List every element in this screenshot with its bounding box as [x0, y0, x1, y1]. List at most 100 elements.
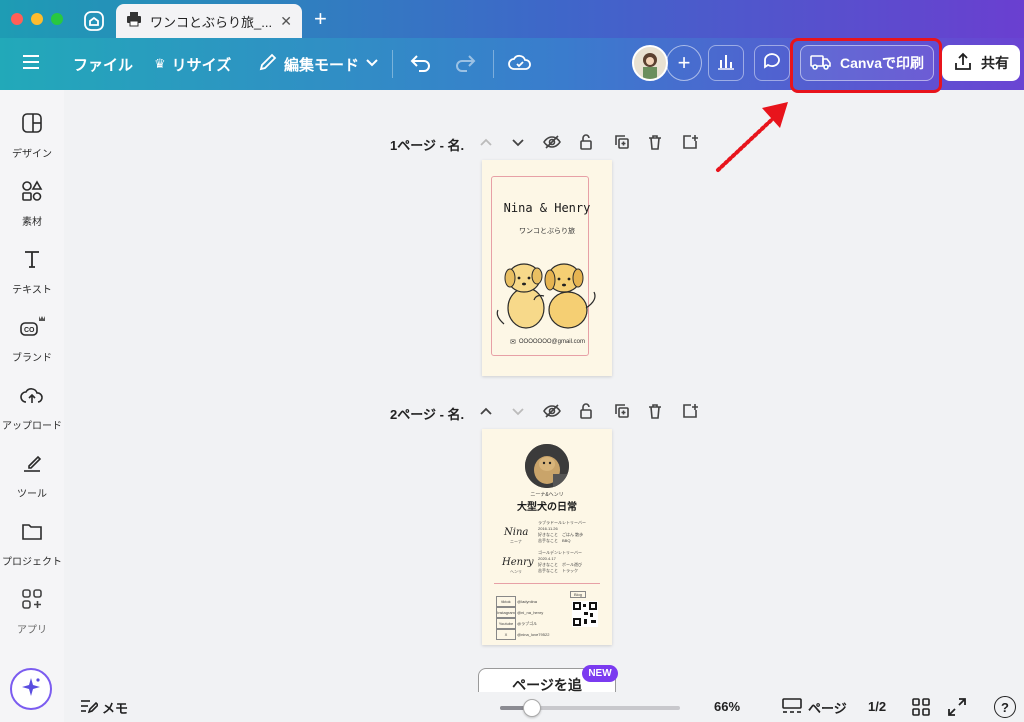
- hide-page-button[interactable]: [542, 402, 562, 424]
- new-tab-button[interactable]: +: [314, 8, 327, 30]
- duplicate-icon: [614, 134, 630, 155]
- text-t-icon: [21, 248, 43, 275]
- sidebar-item-text[interactable]: テキスト: [0, 248, 64, 296]
- nina-profile: ラブラドールレトリーバー 2016.11.26 好きなこと ごはん 散歩 苦手な…: [538, 520, 586, 544]
- social-row: Instagram @ni_na_henry: [496, 607, 549, 618]
- shapes-icon: [21, 180, 43, 207]
- zoom-window-button[interactable]: [51, 13, 63, 25]
- fullscreen-button[interactable]: [948, 698, 966, 721]
- page-title[interactable]: 1ページ - 名.: [390, 135, 464, 154]
- cloud-check-icon: [508, 52, 532, 76]
- add-collaborator-button[interactable]: +: [666, 45, 702, 81]
- printer-icon: [126, 11, 142, 32]
- document-tab[interactable]: ワンコとぶらり旅_... ✕: [116, 4, 302, 38]
- sidebar-item-projects[interactable]: プロジェクト: [0, 520, 64, 568]
- svg-text:CO: CO: [24, 327, 35, 334]
- undo-icon: [410, 52, 432, 76]
- file-menu-label: ファイル: [73, 56, 134, 74]
- social-row: tiktok @ladyniina: [496, 596, 549, 607]
- card-email: OOOOOOO@gmail.com: [518, 339, 585, 345]
- social-row: X @nina_love79522: [496, 629, 549, 640]
- plus-icon: +: [677, 50, 691, 75]
- new-badge: NEW: [582, 665, 618, 682]
- duplicate-page-button[interactable]: [612, 133, 632, 155]
- unlock-icon: [579, 133, 593, 155]
- sidebar-item-label: ツール: [17, 489, 47, 500]
- hamburger-icon: [22, 54, 40, 74]
- sidebar-item-design[interactable]: デザイン: [0, 112, 64, 160]
- grid-view-button[interactable]: [912, 698, 930, 721]
- edit-mode-label: 編集モード: [284, 56, 360, 74]
- chevron-down-icon: [511, 404, 525, 423]
- left-sidebar: デザイン 素材 テキスト CO ブランド アップロード ツール プロジェクト ア…: [0, 90, 64, 722]
- move-page-down-button[interactable]: [508, 402, 528, 424]
- resize-button[interactable]: ♛ リサイズ: [154, 38, 231, 90]
- bar-chart-icon: [717, 52, 735, 75]
- trash-icon: [648, 403, 662, 424]
- eye-off-icon: [543, 403, 561, 423]
- card-email-row: ✉ OOOOOOO@gmail.com: [510, 338, 585, 346]
- insights-button[interactable]: [708, 45, 744, 81]
- close-window-button[interactable]: [11, 13, 23, 25]
- blog-label: Blog: [570, 591, 587, 598]
- sidebar-item-apps[interactable]: アプリ: [0, 588, 64, 636]
- toolbar-divider: [392, 50, 393, 78]
- lock-page-button[interactable]: [576, 133, 596, 155]
- henry-kana: ヘンリ: [510, 569, 522, 574]
- minimize-window-button[interactable]: [31, 13, 43, 25]
- page-count: 1/2: [868, 699, 887, 714]
- delete-page-button[interactable]: [645, 133, 665, 155]
- nina-name: Nina: [504, 527, 529, 538]
- pages-label: ページ: [808, 701, 847, 716]
- file-menu-button[interactable]: ファイル: [73, 38, 133, 90]
- help-button[interactable]: ?: [994, 696, 1016, 718]
- window-title-bar: ワンコとぶらり旅_... ✕ +: [0, 0, 1024, 38]
- menu-button[interactable]: [22, 38, 40, 90]
- pages-button[interactable]: ページ: [782, 698, 847, 717]
- business-card-front[interactable]: Nina & Henry ワンコとぶらり旅 ✉ OOOOOOO@gmail.co…: [482, 160, 612, 376]
- lock-page-button[interactable]: [576, 402, 596, 424]
- red-arrow-annotation: [716, 102, 788, 172]
- expand-icon: [948, 698, 966, 720]
- comments-button[interactable]: [754, 45, 790, 81]
- duplicate-page-button[interactable]: [612, 402, 632, 424]
- zoom-slider-thumb[interactable]: [523, 699, 542, 717]
- home-icon[interactable]: [82, 9, 106, 33]
- cloud-save-status[interactable]: [508, 38, 532, 90]
- business-card-back[interactable]: ニーナ&ヘンリ 大型犬の日常 Nina ニーナ ラブラドールレトリーバー 201…: [482, 429, 612, 645]
- redo-button[interactable]: [454, 38, 476, 90]
- add-page-button[interactable]: [680, 133, 700, 155]
- zoom-slider[interactable]: [500, 699, 680, 717]
- hide-page-button[interactable]: [542, 133, 562, 155]
- move-page-up-button[interactable]: [476, 133, 496, 155]
- notes-label: メモ: [102, 701, 129, 716]
- edit-mode-dropdown[interactable]: 編集モード: [258, 38, 379, 90]
- unlock-icon: [579, 402, 593, 424]
- tab-title: ワンコとぶらり旅_...: [150, 14, 273, 30]
- henry-name: Henry: [502, 557, 534, 568]
- add-page-button[interactable]: [680, 402, 700, 424]
- sidebar-item-tools[interactable]: ツール: [0, 452, 64, 500]
- page-title[interactable]: 2ページ - 名.: [390, 404, 464, 423]
- sidebar-item-brand[interactable]: CO ブランド: [0, 314, 64, 364]
- tab-close-button[interactable]: ✕: [280, 13, 292, 30]
- eye-off-icon: [543, 134, 561, 154]
- user-avatar[interactable]: [632, 45, 668, 81]
- apps-grid-icon: [21, 588, 43, 615]
- chevron-down-icon: [365, 55, 379, 73]
- qr-code-icon: [572, 601, 598, 627]
- sidebar-item-uploads[interactable]: アップロード: [0, 384, 64, 432]
- sidebar-item-elements[interactable]: 素材: [0, 180, 64, 228]
- move-page-up-button[interactable]: [476, 402, 496, 424]
- delete-page-button[interactable]: [645, 402, 665, 424]
- brand-kit-icon: CO: [18, 314, 46, 343]
- card-subtitle: ワンコとぶらり旅: [519, 228, 575, 235]
- share-button[interactable]: 共有: [942, 45, 1020, 81]
- zoom-level[interactable]: 66%: [714, 699, 740, 714]
- undo-button[interactable]: [410, 38, 432, 90]
- magic-sparkle-button[interactable]: [10, 668, 52, 710]
- notes-button[interactable]: メモ: [80, 698, 128, 717]
- move-page-down-button[interactable]: [508, 133, 528, 155]
- dog-photo: [525, 444, 569, 488]
- card-kana: ニーナ&ヘンリ: [530, 492, 564, 498]
